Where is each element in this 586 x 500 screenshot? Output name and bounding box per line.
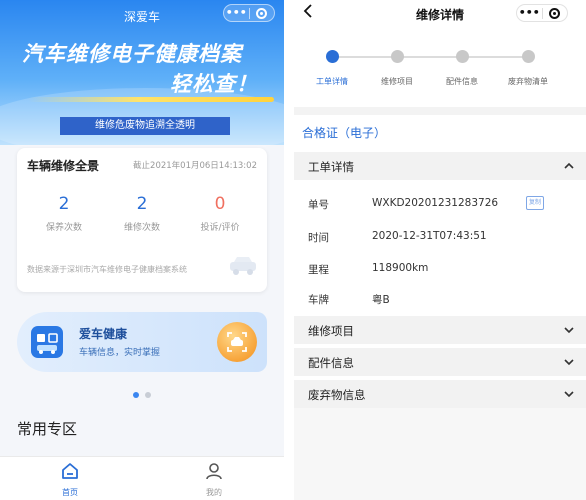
overview-card[interactable]: 车辆维修全景 截止2021年01月06日14:13:02 2 保养次数 2 维修… bbox=[17, 148, 267, 292]
section-title: 配件信息 bbox=[308, 356, 354, 370]
chevron-down-icon bbox=[564, 327, 574, 334]
stat-label: 维修次数 bbox=[123, 223, 160, 233]
step-label-parts[interactable]: 配件信息 bbox=[432, 76, 492, 87]
person-icon bbox=[206, 463, 222, 480]
tab-mine-label: 我的 bbox=[206, 488, 222, 497]
row-value-plate: 粤B bbox=[372, 294, 390, 306]
row-key-order-no: 单号 bbox=[308, 199, 329, 211]
screenshot-pair: 深爱车 ••• 汽车维修电子健康档案 轻松查！ 维修危废物追溯全透明 车辆维修全… bbox=[0, 0, 586, 500]
hero-underline-decoration bbox=[28, 97, 274, 102]
common-area-title: 常用专区 bbox=[17, 420, 78, 438]
row-key-time: 时间 bbox=[308, 232, 329, 244]
section-title: 维修项目 bbox=[308, 324, 354, 338]
home-icon bbox=[62, 463, 78, 479]
section-waste-info[interactable]: 废弃物信息 bbox=[294, 380, 586, 408]
more-menu-button[interactable]: ••• bbox=[517, 6, 542, 20]
car-health-icon bbox=[31, 326, 63, 358]
row-value-mileage: 118900km bbox=[372, 262, 429, 274]
section-order-detail[interactable]: 工单详情 bbox=[294, 152, 586, 180]
pager-dot-active[interactable] bbox=[133, 392, 139, 398]
car-health-title: 爱车健康 bbox=[79, 327, 128, 341]
step-label-items[interactable]: 维修项目 bbox=[367, 76, 427, 87]
scan-car-icon bbox=[227, 332, 247, 352]
section-divider bbox=[294, 107, 586, 115]
stat-repair[interactable]: 2 维修次数 bbox=[107, 194, 177, 233]
section-title: 工单详情 bbox=[308, 160, 354, 174]
row-value-time: 2020-12-31T07:43:51 bbox=[372, 230, 487, 242]
step-dot[interactable] bbox=[391, 50, 404, 63]
section-repair-items[interactable]: 维修项目 bbox=[294, 316, 586, 344]
row-key-plate: 车牌 bbox=[308, 294, 329, 306]
tab-home[interactable]: 首页 bbox=[40, 461, 100, 498]
stat-value: 2 bbox=[136, 194, 148, 214]
right-screen-repair-detail: 维修详情 ••• 工单详情 维修项目 配件信息 废弃物清单 合格证（电子） 工单… bbox=[294, 0, 586, 500]
miniapp-capsule: ••• bbox=[516, 4, 568, 22]
stat-label: 保养次数 bbox=[45, 223, 82, 233]
close-miniapp-button[interactable] bbox=[543, 7, 568, 19]
left-screen-home: 深爱车 ••• 汽车维修电子健康档案 轻松查！ 维修危废物追溯全透明 车辆维修全… bbox=[0, 0, 284, 500]
target-circle-icon bbox=[256, 7, 268, 19]
stepper-track bbox=[332, 56, 528, 58]
car-health-subtitle: 车辆信息，实时掌握 bbox=[79, 348, 161, 358]
more-menu-button[interactable]: ••• bbox=[224, 6, 249, 20]
tab-bar: 首页 我的 bbox=[0, 456, 284, 500]
section-title: 废弃物信息 bbox=[308, 388, 366, 402]
row-value-order-no: WXKD20201231283726 bbox=[372, 197, 499, 209]
chevron-down-icon bbox=[564, 391, 574, 398]
copy-button[interactable]: 复制 bbox=[526, 196, 544, 210]
step-label-order[interactable]: 工单详情 bbox=[302, 76, 362, 87]
pager-dot[interactable] bbox=[145, 392, 151, 398]
step-dot[interactable] bbox=[456, 50, 469, 63]
step-dot-active[interactable] bbox=[326, 50, 339, 63]
hero-banner: 深爱车 ••• 汽车维修电子健康档案 轻松查！ 维修危废物追溯全透明 bbox=[0, 0, 284, 158]
chevron-down-icon bbox=[564, 359, 574, 366]
certificate-link[interactable]: 合格证（电子） bbox=[302, 124, 386, 141]
chevron-up-icon bbox=[564, 162, 574, 169]
stat-maintenance[interactable]: 2 保养次数 bbox=[29, 194, 99, 233]
step-label-waste[interactable]: 废弃物清单 bbox=[498, 76, 558, 87]
miniapp-capsule: ••• bbox=[223, 4, 275, 22]
car-health-card[interactable]: 爱车健康 车辆信息，实时掌握 bbox=[17, 312, 267, 372]
stat-complaint[interactable]: 0 投诉/评价 bbox=[185, 194, 255, 233]
overview-deadline: 截止2021年01月06日14:13:02 bbox=[133, 161, 257, 171]
tab-mine[interactable]: 我的 bbox=[184, 461, 244, 498]
hero-sub-banner: 维修危废物追溯全透明 bbox=[60, 117, 230, 135]
tab-home-label: 首页 bbox=[62, 488, 78, 497]
stat-value: 0 bbox=[214, 194, 226, 214]
target-circle-icon bbox=[549, 7, 561, 19]
hero-headline-2: 轻松查！ bbox=[170, 72, 258, 96]
section-parts-info[interactable]: 配件信息 bbox=[294, 348, 586, 376]
data-source-note: 数据来源于深圳市汽车维修电子健康档案系统 bbox=[27, 265, 187, 274]
row-key-mileage: 里程 bbox=[308, 264, 329, 276]
overview-card-title: 车辆维修全景 bbox=[27, 159, 100, 173]
hero-headline: 汽车维修电子健康档案 bbox=[22, 42, 242, 66]
scan-car-button[interactable] bbox=[217, 322, 257, 362]
carousel-pager bbox=[133, 392, 151, 398]
close-miniapp-button[interactable] bbox=[250, 7, 275, 19]
stat-label: 投诉/评价 bbox=[200, 223, 240, 233]
stat-value: 2 bbox=[58, 194, 70, 214]
car-watermark-icon bbox=[230, 257, 256, 275]
empty-footer-area bbox=[294, 408, 586, 500]
step-dot[interactable] bbox=[522, 50, 535, 63]
